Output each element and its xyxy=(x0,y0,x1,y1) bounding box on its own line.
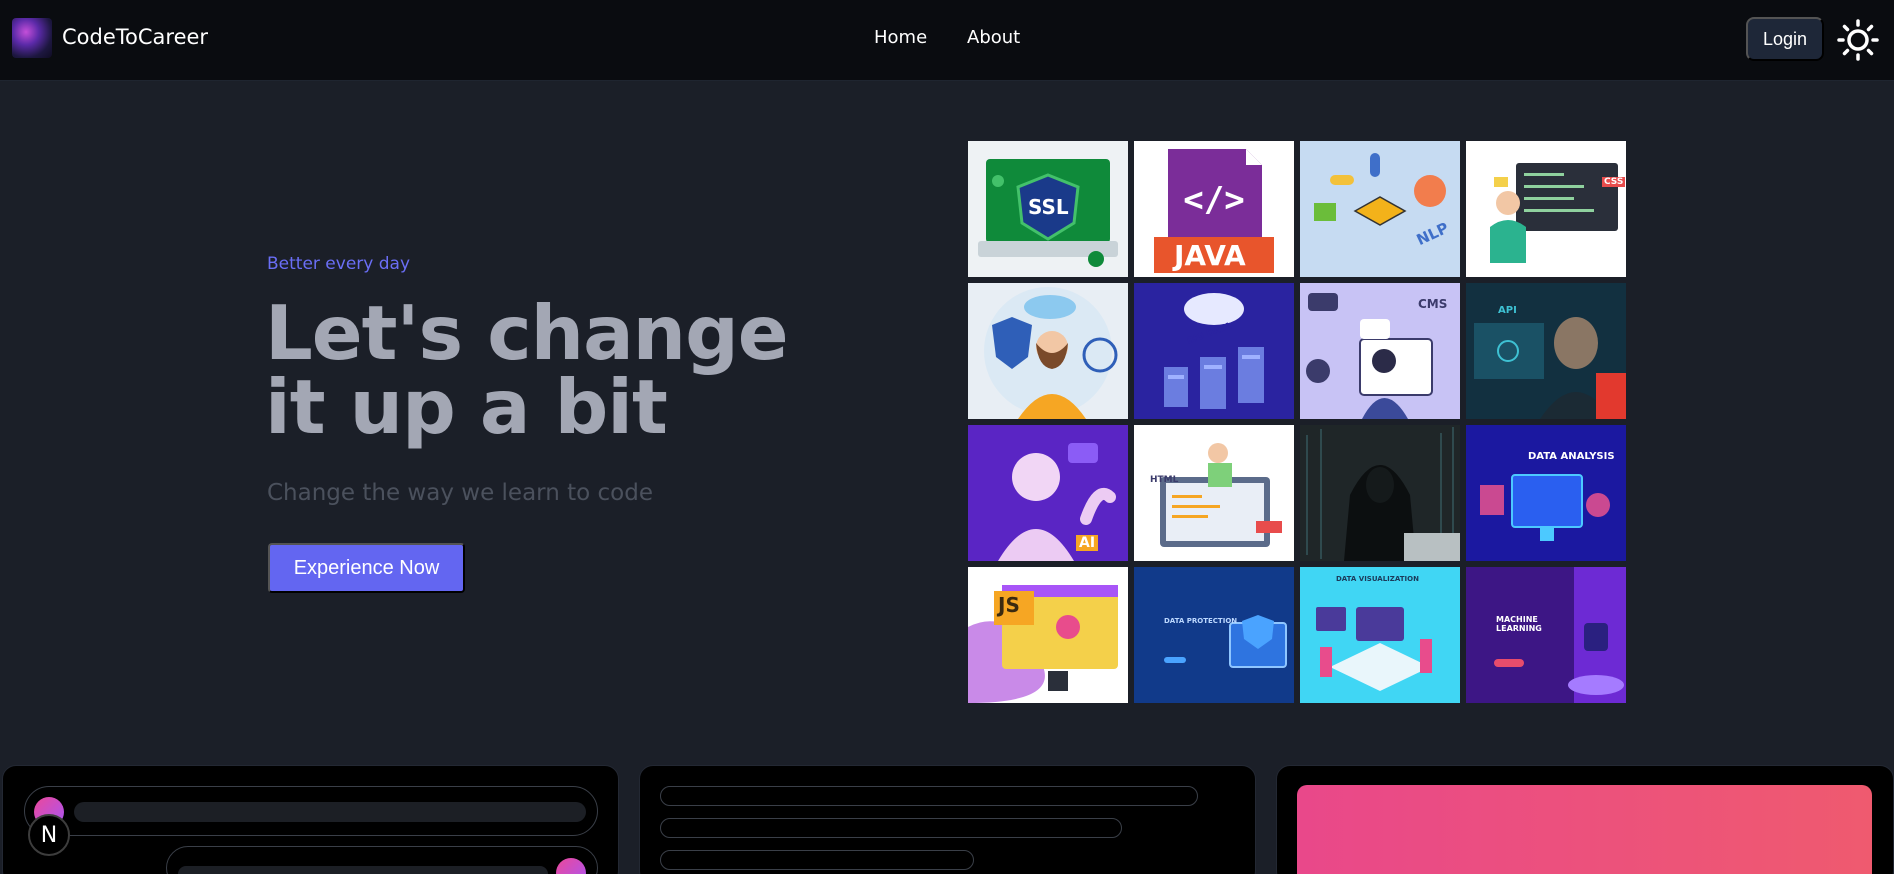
big-data-image: BIG DATA xyxy=(1134,283,1294,419)
list-line-placeholder-3 xyxy=(660,850,974,870)
hero-headline: Let's change it up a bit xyxy=(265,289,789,451)
data-analysis-tile-label: DATA ANALYSIS xyxy=(1528,451,1615,462)
svg-text:</>: </> xyxy=(1183,180,1244,220)
ssl-image: SSL xyxy=(968,141,1128,277)
security-cloud-image xyxy=(968,283,1128,419)
api-developer-image: API xyxy=(1466,283,1626,419)
languages-image: CMS xyxy=(1300,283,1460,419)
machine-learning-tile-label: MACHINE LEARNING xyxy=(1496,615,1542,633)
navbar: CodeToCareer Home About Login xyxy=(0,0,1894,81)
data-protection-image: DATA PROTECTION xyxy=(1134,567,1294,703)
next-logo-icon[interactable]: N xyxy=(28,814,70,856)
ai-robot-image: AI xyxy=(968,425,1128,561)
nlp-image: NLP xyxy=(1300,141,1460,277)
brand-logo[interactable] xyxy=(12,18,52,58)
machine-learning-image: MACHINE LEARNING xyxy=(1466,567,1626,703)
hero-subhead: Change the way we learn to code xyxy=(267,480,653,506)
list-line-placeholder-1 xyxy=(660,786,1198,806)
chat-reply-placeholder xyxy=(178,866,548,874)
developer-css-image: CSS xyxy=(1466,141,1626,277)
hero-eyebrow: Better every day xyxy=(267,254,411,274)
js-tile-label: JS xyxy=(998,593,1020,617)
data-analysis-image: DATA ANALYSIS xyxy=(1466,425,1626,561)
ssl-tile-label: SSL xyxy=(1028,195,1069,219)
ai-tile-label: AI xyxy=(1076,535,1099,551)
gradient-panel xyxy=(1297,785,1872,874)
data-protection-tile-label: DATA PROTECTION xyxy=(1164,617,1238,625)
nav-about-link[interactable]: About xyxy=(967,27,1020,48)
login-button[interactable]: Login xyxy=(1746,17,1824,61)
java-image: </> JAVA xyxy=(1134,141,1294,277)
sun-icon[interactable] xyxy=(1837,19,1879,61)
cms-tile-label: CMS xyxy=(1418,297,1448,311)
api-tile-label: API xyxy=(1498,305,1517,316)
hacker-image xyxy=(1300,425,1460,561)
experience-now-button[interactable]: Experience Now xyxy=(268,543,465,593)
javascript-image: JS xyxy=(968,567,1128,703)
nav-home-link[interactable]: Home xyxy=(874,27,927,48)
data-visualization-tile-label: DATA VISUALIZATION xyxy=(1336,575,1419,583)
html-tile-label: HTML xyxy=(1150,475,1179,485)
data-visualization-image: DATA VISUALIZATION xyxy=(1300,567,1460,703)
brand-name[interactable]: CodeToCareer xyxy=(62,25,208,49)
chat-line-placeholder xyxy=(74,802,586,822)
css-tile-label: CSS xyxy=(1602,177,1626,187)
java-tile-label: JAVA xyxy=(1174,239,1246,272)
web-coding-image: HTML xyxy=(1134,425,1294,561)
list-line-placeholder-2 xyxy=(660,818,1122,838)
